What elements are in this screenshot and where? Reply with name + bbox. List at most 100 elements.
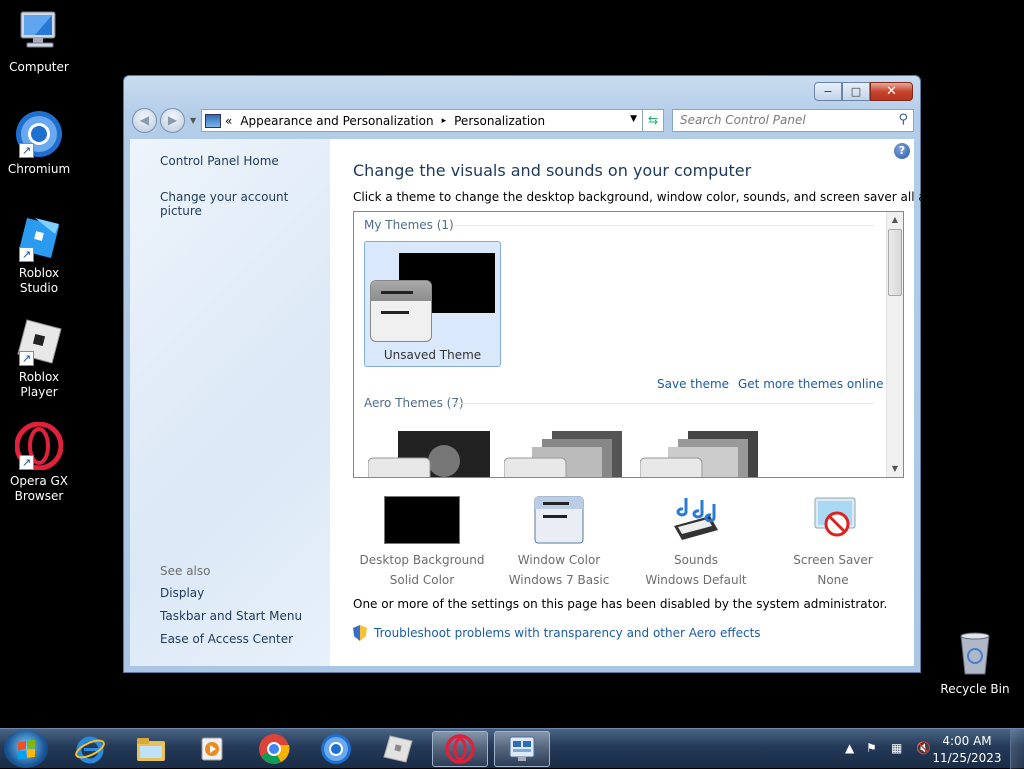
chromium-icon: ↗ bbox=[15, 110, 63, 158]
search-input[interactable]: Search Control Panel ⚲ bbox=[672, 109, 914, 132]
chrome-icon bbox=[259, 734, 290, 764]
desktop-icon-chromium[interactable]: ↗ Chromium bbox=[0, 110, 78, 177]
main-pane: ? Change the visuals and sounds on your … bbox=[330, 139, 967, 666]
screen-saver-setting[interactable]: Screen Saver None bbox=[763, 493, 903, 587]
shield-icon bbox=[353, 625, 367, 641]
chromium-icon bbox=[321, 734, 351, 764]
taskbar-file-explorer[interactable] bbox=[123, 731, 179, 767]
folder-icon bbox=[137, 738, 165, 761]
scroll-up-icon[interactable]: ▲ bbox=[887, 212, 903, 228]
window-color-setting[interactable]: Window Color Windows 7 Basic bbox=[489, 493, 629, 587]
clock-date: 11/25/2023 bbox=[932, 751, 1002, 765]
desktop-icon-opera-gx[interactable]: ↗ Opera GX Browser bbox=[0, 421, 78, 504]
taskbar-chrome[interactable] bbox=[246, 731, 302, 767]
help-icon[interactable]: ? bbox=[894, 143, 910, 159]
refresh-button[interactable]: ⇆ bbox=[642, 109, 664, 132]
window-content: Control Panel Home Change your account p… bbox=[130, 139, 967, 666]
shortcut-arrow-icon: ↗ bbox=[19, 455, 34, 470]
control-panel-home-link[interactable]: Control Panel Home bbox=[160, 154, 279, 168]
taskbar-roblox[interactable] bbox=[370, 731, 426, 767]
taskbar-start-menu-link[interactable]: Taskbar and Start Menu bbox=[160, 609, 302, 623]
taskbar-control-panel[interactable] bbox=[494, 731, 550, 767]
system-clock[interactable]: 4:00 AM 11/25/2023 bbox=[932, 733, 1002, 767]
desktop-background-setting[interactable]: Desktop Background Solid Color bbox=[352, 493, 492, 587]
search-placeholder: Search Control Panel bbox=[680, 113, 806, 127]
recycle-bin-icon bbox=[951, 630, 999, 678]
forward-button[interactable]: ▶ bbox=[160, 108, 185, 133]
address-dropdown-icon[interactable]: ▼ bbox=[630, 114, 637, 124]
taskbar: ▲ ⚑ ▦ 🔇 4:00 AM 11/25/2023 bbox=[0, 728, 1024, 769]
show-hidden-icons-icon[interactable]: ▲ bbox=[845, 741, 860, 756]
desktop: Computer ↗ Chromium ↗ Roblox Studio ↗ Ro… bbox=[0, 0, 1024, 728]
desktop-icon-label: Recycle Bin bbox=[940, 682, 1010, 696]
theme-tile-unsaved[interactable]: Unsaved Theme bbox=[364, 241, 501, 367]
desktop-icon-roblox-player[interactable]: ↗ Roblox Player bbox=[0, 318, 78, 400]
minimize-button[interactable]: − bbox=[814, 82, 842, 101]
desktop-background-icon bbox=[384, 496, 460, 544]
show-desktop-button[interactable] bbox=[1010, 729, 1024, 769]
action-center-flag-icon[interactable]: ⚑ bbox=[866, 741, 881, 756]
setting-name: Sounds bbox=[673, 553, 719, 567]
theme-tile-label: Unsaved Theme bbox=[383, 348, 482, 362]
scroll-thumb[interactable] bbox=[888, 229, 902, 296]
ease-of-access-link[interactable]: Ease of Access Center bbox=[160, 632, 293, 646]
address-bar[interactable]: « Appearance and Personalization ▸ Perso… bbox=[201, 109, 643, 132]
theme-list-scrollbar[interactable]: ▲ ▼ bbox=[886, 212, 903, 477]
setting-value: None bbox=[817, 573, 849, 587]
sounds-setting[interactable]: Sounds Windows Default bbox=[626, 493, 766, 587]
troubleshoot-link[interactable]: Troubleshoot problems with transparency … bbox=[353, 625, 761, 641]
desktop-icon-label: Chromium bbox=[7, 162, 71, 176]
volume-muted-icon[interactable]: 🔇 bbox=[916, 741, 931, 756]
breadcrumb-appearance[interactable]: Appearance and Personalization bbox=[240, 114, 433, 128]
desktop-icon-roblox-studio[interactable]: ↗ Roblox Studio bbox=[0, 214, 78, 296]
aero-theme-tile[interactable] bbox=[367, 431, 490, 477]
desktop-icon-computer[interactable]: Computer bbox=[0, 8, 78, 75]
troubleshoot-link-text[interactable]: Troubleshoot problems with transparency … bbox=[374, 626, 761, 640]
aero-theme-tile[interactable] bbox=[639, 431, 760, 477]
windows-logo-icon bbox=[18, 739, 35, 760]
personalization-window: − □ ✕ ◀ ▶ ▼ « Appearance and Personaliza… bbox=[123, 75, 967, 673]
left-navigation-pane: Control Panel Home Change your account p… bbox=[130, 139, 330, 666]
screen-saver-icon bbox=[795, 496, 871, 544]
search-icon[interactable]: ⚲ bbox=[898, 112, 908, 127]
back-button[interactable]: ◀ bbox=[132, 108, 157, 133]
maximize-button[interactable]: □ bbox=[842, 82, 870, 101]
breadcrumb-overflow[interactable]: « bbox=[225, 114, 232, 128]
roblox-icon bbox=[383, 735, 413, 763]
page-title: Change the visuals and sounds on your co… bbox=[353, 161, 752, 180]
desktop-icon-label: Opera GX Browser bbox=[9, 474, 69, 503]
start-button[interactable] bbox=[4, 730, 48, 768]
window-color-icon bbox=[521, 496, 597, 544]
computer-icon bbox=[15, 8, 63, 56]
desktop-icon-label: Computer bbox=[9, 60, 69, 74]
media-player-icon bbox=[201, 737, 223, 761]
desktop-icon-recycle-bin[interactable]: Recycle Bin bbox=[936, 630, 1014, 697]
taskbar-media-player[interactable] bbox=[184, 731, 240, 767]
close-button[interactable]: ✕ bbox=[870, 82, 913, 101]
change-account-picture-link[interactable]: Change your account picture bbox=[160, 190, 330, 218]
aero-theme-tile[interactable] bbox=[503, 431, 624, 477]
save-theme-link[interactable]: Save theme bbox=[657, 377, 729, 391]
setting-value: Solid Color bbox=[389, 573, 455, 587]
network-icon[interactable]: ▦ bbox=[891, 741, 906, 756]
taskbar-opera-gx[interactable] bbox=[432, 731, 488, 767]
setting-value: Windows Default bbox=[645, 573, 747, 587]
group-divider bbox=[454, 403, 874, 404]
breadcrumb-personalization[interactable]: Personalization bbox=[454, 114, 545, 128]
setting-name: Desktop Background bbox=[359, 553, 485, 567]
display-link[interactable]: Display bbox=[160, 586, 204, 600]
breadcrumb-separator-icon[interactable]: ▸ bbox=[442, 116, 447, 126]
control-panel-icon bbox=[205, 113, 221, 128]
opera-gx-icon bbox=[445, 734, 475, 764]
clock-time: 4:00 AM bbox=[942, 734, 992, 748]
desktop-icon-label: Roblox Player bbox=[18, 370, 60, 399]
caption-buttons: − □ ✕ bbox=[814, 82, 913, 101]
page-subtitle: Click a theme to change the desktop back… bbox=[353, 190, 967, 204]
get-more-themes-link[interactable]: Get more themes online bbox=[738, 377, 884, 391]
taskbar-chromium[interactable] bbox=[308, 731, 364, 767]
theme-list: My Themes (1) Unsaved Theme Save theme G… bbox=[353, 211, 904, 478]
scroll-down-icon[interactable]: ▼ bbox=[887, 461, 903, 477]
taskbar-internet-explorer[interactable] bbox=[62, 731, 118, 767]
recent-pages-dropdown-icon[interactable]: ▼ bbox=[190, 116, 196, 125]
roblox-studio-icon: ↗ bbox=[15, 214, 63, 262]
